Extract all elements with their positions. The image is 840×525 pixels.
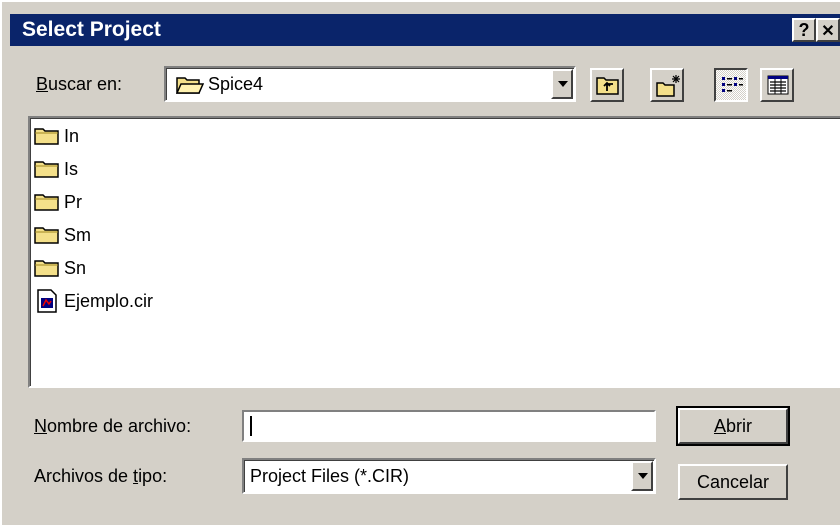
open-button[interactable]: Abrir (676, 406, 790, 446)
help-button[interactable]: ? (792, 18, 816, 42)
title-bar[interactable]: Select Project ? ✕ (10, 14, 840, 46)
close-button[interactable]: ✕ (816, 18, 840, 42)
folder-icon (34, 227, 59, 244)
chevron-down-icon (558, 81, 568, 87)
look-in-value: Spice4 (208, 74, 264, 94)
folder-item[interactable]: Sm (34, 221, 91, 249)
look-in-combo[interactable]: Spice4 (164, 66, 576, 102)
item-label: In (64, 125, 80, 146)
folder-item[interactable]: Is (34, 155, 78, 183)
file-type-label: Archivos de tipo: (34, 466, 168, 486)
cancel-button[interactable]: Cancelar (678, 464, 788, 500)
list-view-icon (722, 77, 743, 92)
details-view-button[interactable] (760, 68, 794, 102)
folder-item[interactable]: In (34, 122, 79, 150)
file-type-value: Project Files (*.CIR) (250, 466, 410, 486)
look-in-label: Buscar en: (36, 74, 123, 94)
new-folder-button[interactable] (650, 68, 684, 102)
list-view-button[interactable] (714, 68, 748, 102)
item-label: Sn (64, 257, 87, 278)
details-view-icon (767, 75, 789, 95)
item-label: Is (64, 158, 79, 179)
up-folder-icon (596, 77, 619, 95)
item-label: Sm (64, 224, 91, 245)
item-label: Ejemplo.cir (64, 290, 154, 311)
chevron-down-icon (638, 473, 648, 479)
window-title: Select Project (22, 18, 161, 41)
item-label: Pr (64, 191, 82, 212)
folder-icon (34, 128, 59, 145)
file-type-combo[interactable]: Project Files (*.CIR) (242, 458, 656, 494)
document-icon (37, 289, 57, 313)
look-in-dropdown-button[interactable] (551, 69, 573, 99)
folder-item[interactable]: Pr (34, 188, 82, 216)
close-icon: ✕ (821, 23, 835, 40)
folder-icon (34, 194, 59, 211)
file-list[interactable]: In Is Pr Sm Sn Ejemplo.cir (28, 116, 840, 388)
new-folder-icon (656, 75, 680, 97)
open-folder-icon (176, 77, 204, 94)
file-name-input[interactable] (242, 410, 656, 442)
folder-icon (34, 260, 59, 277)
up-folder-button[interactable] (590, 68, 624, 102)
file-name-label: Nombre de archivo: (34, 416, 192, 436)
folder-icon (34, 161, 59, 178)
file-item[interactable]: Ejemplo.cir (34, 287, 153, 315)
text-caret (250, 416, 252, 436)
file-type-dropdown-button[interactable] (631, 461, 653, 491)
select-project-dialog: Select Project ? ✕ Buscar en: Spice4 In … (0, 0, 840, 525)
help-icon: ? (798, 20, 810, 40)
folder-item[interactable]: Sn (34, 254, 86, 282)
